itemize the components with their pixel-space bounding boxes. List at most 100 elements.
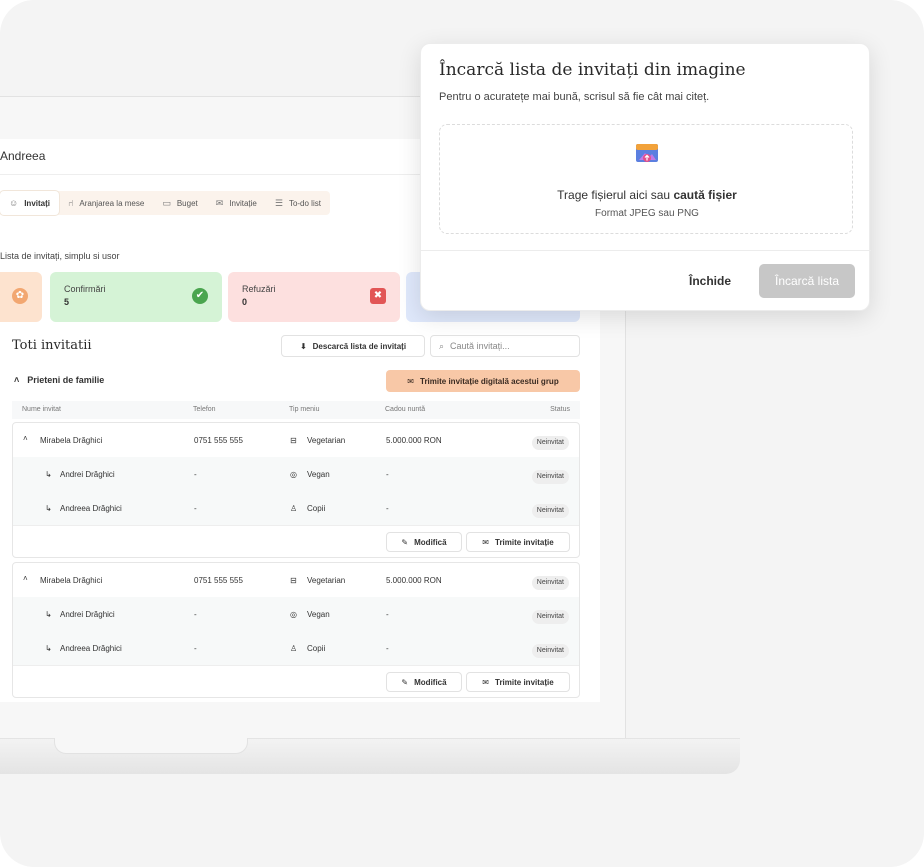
guest-menu: Copii [307,504,326,513]
guest-phone: - [194,470,197,479]
guest-gift: - [386,504,389,513]
guest-phone: - [194,644,197,653]
tab-aranjarea-la-mese[interactable]: ⑁ Aranjarea la mese [59,191,153,215]
download-icon: ⬇ [299,341,307,351]
chevron-up-icon: ˄ [14,375,20,385]
tab-label: Aranjarea la mese [79,198,145,208]
drop-instruction: Trage fișierul aici sau [557,188,671,202]
stat-label: Refuzări [242,284,276,294]
guest-card: ˄ Mirabela Drăghici 0751 555 555 ⊟ Veget… [12,422,580,558]
card-actions: ✎ Modifică ✉ Trimite invitație [13,525,579,557]
guest-gift: - [386,644,389,653]
thumbs-up-icon: ✔ [192,288,208,304]
envelope-icon: ✉ [215,197,224,208]
background-panel: Andreea ☺ Invitați ⑁ Aranjarea la mese ▭… [0,0,924,867]
edit-icon: ✎ [401,677,409,687]
tab-label: Invitați [24,198,50,208]
send-group-label: Trimite invitație digitală acestui grup [420,376,559,386]
tab-invitati[interactable]: ☺ Invitați [0,191,59,215]
stat-value: 0 [242,297,248,307]
thumbs-down-icon: ✖ [370,288,386,304]
table-row[interactable]: ↳ Andreea Drăghici - ♙ Copii - Neinvitat [13,631,579,665]
send-invitation-button[interactable]: ✉ Trimite invitație [466,672,570,692]
upload-modal: Încarcă lista de invitați din imagine Pe… [420,43,871,311]
chevron-up-icon[interactable]: ˄ [23,574,28,583]
sub-row-arrow-icon: ↳ [45,470,52,479]
guest-phone: - [194,610,197,619]
table-header: Nume invitat Telefon Tip meniu Cadou nun… [12,401,580,419]
close-button[interactable]: Închide [689,274,731,288]
send-label: Trimite invitație [495,677,554,687]
guest-menu: Vegan [307,470,330,479]
menu-icon: ⊟ [290,436,297,445]
envelope-icon: ✉ [482,677,489,687]
table-row[interactable]: ↳ Andreea Drăghici - ♙ Copii - Neinvitat [13,491,579,525]
status-badge: Neinvitat [531,644,569,658]
edit-button[interactable]: ✎ Modifică [386,672,462,692]
menu-icon: ♙ [290,504,298,513]
column-header: Telefon [193,406,216,413]
guest-menu: Vegetarian [307,436,346,445]
edit-icon: ✎ [401,537,409,547]
menu-icon: ⊟ [290,576,297,585]
search-icon: ⌕ [439,340,445,351]
envelope-icon: ✉ [482,537,489,547]
menu-icon: ◎ [290,470,297,479]
guest-gift: 5.000.000 RON [386,576,442,585]
tab-label: Invitație [229,198,257,208]
group-header[interactable]: ˄ Prieteni de familie [14,375,104,385]
column-header: Nume invitat [22,406,61,413]
status-badge: Neinvitat [531,576,569,590]
format-hint: Format JPEG sau PNG [595,208,699,219]
guest-gift: 5.000.000 RON [386,436,442,445]
guest-gift: - [386,470,389,479]
tab-to-do-list[interactable]: ☰ To-do list [266,191,330,215]
guest-gift: - [386,610,389,619]
group-name: Prieteni de familie [27,375,105,385]
dropzone-text: Trage fișierul aici sau caută fișier [440,188,854,202]
chair-icon: ⑁ [67,198,74,208]
modal-divider [421,250,871,251]
sub-row-arrow-icon: ↳ [45,504,52,513]
search-input[interactable]: ⌕ Caută invitați... [430,335,580,357]
upload-list-button[interactable]: Încarcă lista [759,264,855,298]
status-badge: Neinvitat [531,436,569,450]
tab-buget[interactable]: ▭ Buget [153,191,206,215]
sub-row-arrow-icon: ↳ [45,644,52,653]
edit-button[interactable]: ✎ Modifică [386,532,462,552]
guest-name: Andrei Drăghici [60,470,115,479]
app-title: Andreea [0,149,46,163]
guest-name: Andrei Drăghici [60,610,115,619]
edit-label: Modifică [414,677,447,687]
guest-name: Andreea Drăghici [60,504,122,513]
send-group-invitation-button[interactable]: ✉ Trimite invitație digitală acestui gru… [386,370,580,392]
chevron-up-icon[interactable]: ˄ [23,434,28,443]
tab-invitatie[interactable]: ✉ Invitație [207,191,266,215]
download-list-button[interactable]: ⬇ Descarcă lista de invitați [281,335,425,357]
status-badge: Neinvitat [531,504,569,518]
guest-name: Andreea Drăghici [60,644,122,653]
image-upload-icon [636,144,658,162]
guest-menu: Copii [307,644,326,653]
table-row[interactable]: ↳ Andrei Drăghici - ◎ Vegan - Neinvitat [13,597,579,631]
guest-menu: Vegetarian [307,576,346,585]
tab-bar: ☺ Invitați ⑁ Aranjarea la mese ▭ Buget ✉… [0,191,330,215]
checklist-icon: ☰ [274,197,283,208]
guest-menu: Vegan [307,610,330,619]
stat-total: ✿ [0,272,42,322]
people-icon: ✿ [12,288,28,304]
search-placeholder: Caută invitați... [450,341,510,351]
menu-icon: ◎ [290,610,297,619]
guest-name: Mirabela Drăghici [40,436,103,445]
guest-phone: - [194,504,197,513]
table-row[interactable]: ˄ Mirabela Drăghici 0751 555 555 ⊟ Veget… [13,423,579,457]
wallet-icon: ▭ [162,197,171,208]
browse-file-link[interactable]: caută fișier [673,188,736,202]
guest-phone: 0751 555 555 [194,576,243,585]
table-row[interactable]: ↳ Andrei Drăghici - ◎ Vegan - Neinvitat [13,457,579,491]
file-dropzone[interactable]: Trage fișierul aici sau caută fișier For… [439,124,853,234]
stat-value: 5 [64,297,70,307]
table-row[interactable]: ˄ Mirabela Drăghici 0751 555 555 ⊟ Veget… [13,563,579,597]
sub-row-arrow-icon: ↳ [45,610,52,619]
send-invitation-button[interactable]: ✉ Trimite invitație [466,532,570,552]
